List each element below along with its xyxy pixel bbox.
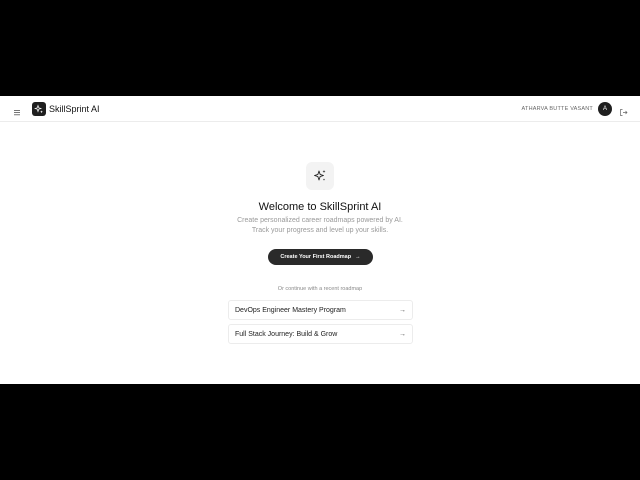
arrow-right-icon: → <box>399 331 406 338</box>
cta-label: Create Your First Roadmap <box>280 254 352 260</box>
recent-roadmap-prompt: Or continue with a recent roadmap <box>277 286 363 292</box>
logout-icon[interactable] <box>619 104 628 116</box>
app-logo[interactable] <box>32 102 46 116</box>
brand-name[interactable]: SkillSprint AI <box>49 103 100 115</box>
app-window: SkillSprint AI ATHARVA BUTTE VASANT A We… <box>0 96 640 384</box>
page-title: Welcome to SkillSprint AI <box>258 201 382 213</box>
subtitle-line-1: Create personalized career roadmaps powe… <box>237 217 403 224</box>
recent-roadmap-label: DevOps Engineer Mastery Program <box>235 307 346 314</box>
recent-roadmap-item[interactable]: DevOps Engineer Mastery Program → <box>228 300 413 320</box>
sparkles-icon <box>314 170 326 181</box>
page-subtitle: Create personalized career roadmaps powe… <box>0 216 640 236</box>
letterbox-bottom <box>0 384 640 480</box>
top-header: SkillSprint AI ATHARVA BUTTE VASANT A <box>0 96 640 122</box>
create-first-roadmap-button[interactable]: Create Your First Roadmap → <box>268 249 373 265</box>
hero-icon <box>306 162 334 190</box>
user-name: ATHARVA BUTTE VASANT <box>521 106 593 112</box>
hamburger-menu-icon[interactable] <box>13 104 22 116</box>
arrow-right-icon: → <box>355 254 361 260</box>
recent-roadmap-item[interactable]: Full Stack Journey: Build & Grow → <box>228 324 413 344</box>
subtitle-line-2: Track your progress and level up your sk… <box>251 227 389 234</box>
sparkles-icon <box>34 104 43 114</box>
recent-roadmap-label: Full Stack Journey: Build & Grow <box>235 331 338 338</box>
arrow-right-icon: → <box>399 307 406 314</box>
user-avatar[interactable]: A <box>598 102 612 116</box>
letterbox-top <box>0 0 640 96</box>
